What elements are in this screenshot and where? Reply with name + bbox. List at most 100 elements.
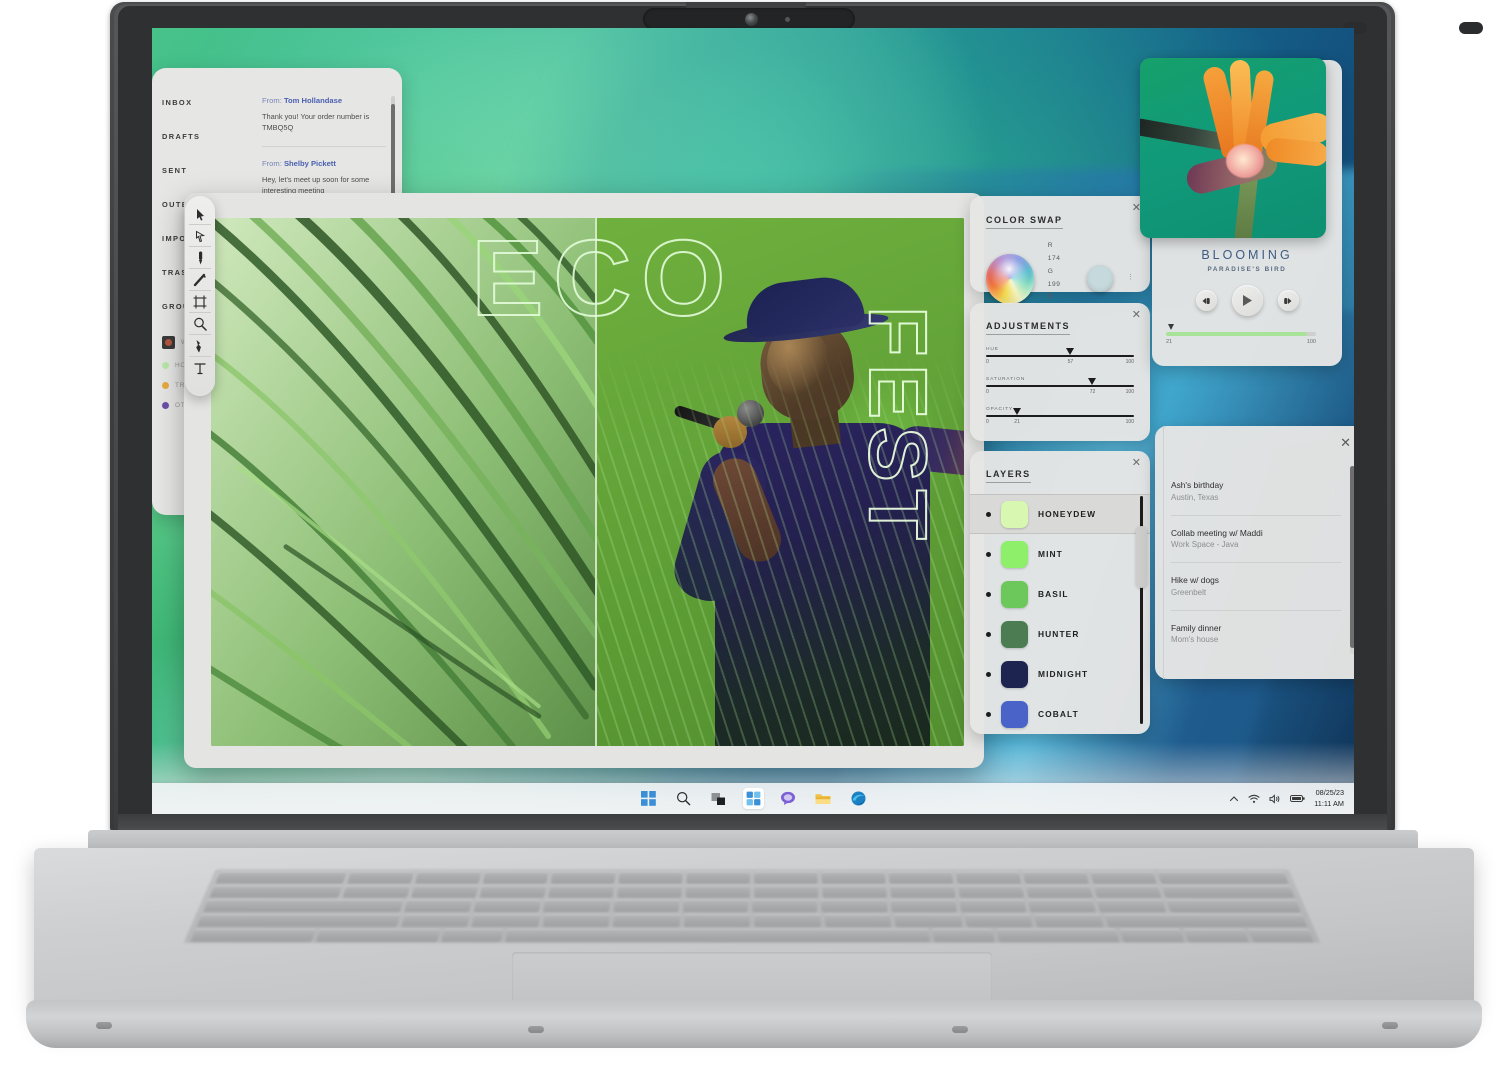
- layer-item-hunter[interactable]: HUNTER: [970, 614, 1150, 654]
- slider-saturation[interactable]: SATURATION 0 72 100: [986, 377, 1134, 395]
- layer-name: BASIL: [1038, 589, 1069, 599]
- laptop-keyboard[interactable]: [183, 869, 1321, 943]
- from-label: From:: [262, 159, 282, 169]
- ir-sensor-right: [1459, 22, 1483, 34]
- sidebar-item-inbox[interactable]: INBOX: [162, 98, 252, 107]
- layer-visibility-icon[interactable]: [986, 591, 991, 597]
- slider-track[interactable]: [986, 408, 1134, 417]
- search-icon[interactable]: [673, 788, 694, 809]
- editor-toolbar[interactable]: [185, 196, 215, 396]
- mail-from-line: From: Shelby Pickett: [262, 159, 386, 168]
- keyboard-row: [191, 914, 1313, 927]
- volume-knob[interactable]: [1167, 324, 1174, 330]
- adjustments-title: ADJUSTMENTS: [986, 321, 1071, 335]
- edge-browser-icon[interactable]: [848, 788, 869, 809]
- chevron-up-icon[interactable]: [1229, 795, 1239, 803]
- calendar-widget[interactable]: ✕ Ash's birthday Austin, Texas Collab me…: [1155, 426, 1354, 679]
- list-item[interactable]: Hike w/ dogs Greenbelt: [1171, 562, 1341, 610]
- play-button[interactable]: [1231, 285, 1263, 316]
- layer-color-swatch: [1001, 660, 1028, 688]
- slider-hue[interactable]: HUE 0 57 100: [986, 347, 1134, 365]
- taskbar-icon-group[interactable]: [638, 788, 869, 809]
- previous-track-button[interactable]: [1195, 290, 1217, 311]
- volume-slider[interactable]: 21 100: [1166, 324, 1316, 345]
- sidebar-item-sent[interactable]: SENT: [162, 166, 252, 175]
- webcam-lens-icon: [745, 13, 758, 26]
- close-icon[interactable]: ✕: [1340, 436, 1351, 449]
- slider-track[interactable]: [986, 348, 1134, 357]
- layer-name: MIDNIGHT: [1038, 669, 1089, 679]
- layer-name: COBALT: [1038, 709, 1079, 719]
- keyboard-row: [197, 899, 1306, 912]
- keyboard-row: [203, 885, 1300, 897]
- slider-knob[interactable]: [1065, 348, 1074, 355]
- close-icon[interactable]: ✕: [1132, 458, 1141, 469]
- layer-item-basil[interactable]: BASIL: [970, 574, 1150, 614]
- color-swap-panel[interactable]: COLOR SWAP ✕ R174 G199 B200 ⋮: [970, 196, 1150, 313]
- layers-panel[interactable]: LAYERS ✕ HONEYDEW MINT BASIL HUNTER MIDN…: [970, 451, 1150, 734]
- list-item[interactable]: Collab meeting w/ Maddi Work Space - Jav…: [1171, 514, 1341, 563]
- pencil-tool[interactable]: [189, 248, 211, 269]
- layer-item-midnight[interactable]: MIDNIGHT: [970, 654, 1150, 694]
- layer-item-honeydew[interactable]: HONEYDEW: [970, 494, 1150, 534]
- slider-knob[interactable]: [1088, 378, 1097, 385]
- layer-color-swatch: [1001, 620, 1028, 648]
- taskbar-clock[interactable]: 08/25/23 11:11 AM: [1314, 788, 1344, 809]
- layer-visibility-icon[interactable]: [986, 671, 991, 677]
- volume-icon[interactable]: [1269, 793, 1281, 804]
- more-options-icon[interactable]: ⋮: [1127, 274, 1134, 281]
- event-location: Work Space - Java: [1171, 540, 1239, 550]
- slider-opacity[interactable]: OPACITY 0 21 100: [986, 407, 1134, 425]
- next-track-button[interactable]: [1277, 290, 1299, 311]
- layer-item-cobalt[interactable]: COBALT: [970, 694, 1150, 732]
- slider-track[interactable]: [986, 378, 1134, 387]
- from-name: Shelby Pickett: [283, 159, 336, 169]
- list-item[interactable]: Ash's birthday Austin, Texas: [1171, 468, 1341, 515]
- chat-icon[interactable]: [778, 788, 799, 809]
- wifi-icon[interactable]: [1248, 794, 1260, 804]
- volume-track[interactable]: [1166, 324, 1316, 336]
- start-button[interactable]: [638, 788, 659, 809]
- layers-scroll-thumb[interactable]: [1136, 526, 1147, 588]
- slider-min: 0: [986, 419, 989, 425]
- music-player-widget[interactable]: BLOOMING PARADISE'S BIRD 21 100: [1140, 58, 1342, 496]
- close-icon[interactable]: ✕: [1132, 310, 1141, 321]
- layer-name: MINT: [1038, 549, 1063, 559]
- text-tool[interactable]: [189, 358, 211, 379]
- system-tray[interactable]: 08/25/23 11:11 AM: [1229, 788, 1344, 809]
- lasso-tool[interactable]: [189, 226, 211, 247]
- layers-list[interactable]: HONEYDEW MINT BASIL HUNTER MIDNIGHT COBA…: [970, 494, 1150, 732]
- cursor-tool[interactable]: [189, 204, 211, 225]
- layer-visibility-icon[interactable]: [986, 551, 991, 557]
- crop-tool[interactable]: [189, 292, 211, 313]
- widgets-icon[interactable]: [742, 788, 764, 809]
- brush-tool[interactable]: [189, 336, 211, 357]
- laptop-screen: INBOX DRAFTS SENT OUTBOX IMPORTANT TRASH…: [152, 28, 1354, 814]
- line-tool[interactable]: [189, 270, 211, 291]
- channel-label-g: G: [1047, 267, 1054, 275]
- layer-visibility-icon[interactable]: [986, 511, 991, 517]
- event-title: Ash's birthday: [1171, 480, 1224, 490]
- image-editor-window[interactable]: ECO FEST: [184, 193, 984, 768]
- list-item[interactable]: Family dinner Mom's house: [1171, 609, 1341, 658]
- layer-name: HUNTER: [1038, 629, 1080, 639]
- layer-item-mint[interactable]: MINT: [970, 534, 1150, 574]
- windows-taskbar[interactable]: 08/25/23 11:11 AM: [152, 783, 1354, 814]
- file-explorer-icon[interactable]: [813, 788, 834, 809]
- layer-visibility-icon[interactable]: [986, 631, 991, 637]
- playback-controls[interactable]: [1152, 285, 1342, 316]
- current-color-swatch[interactable]: [1087, 265, 1113, 293]
- sidebar-item-drafts[interactable]: DRAFTS: [162, 132, 252, 141]
- zoom-tool[interactable]: [189, 314, 211, 335]
- calendar-scrollbar[interactable]: [1350, 466, 1354, 654]
- color-wheel[interactable]: [986, 253, 1034, 304]
- calendar-event-list[interactable]: Ash's birthday Austin, Texas Collab meet…: [1171, 468, 1341, 657]
- adjustments-panel[interactable]: ADJUSTMENTS ✕ HUE 0 57 100 SATURATION 0 …: [970, 303, 1150, 441]
- slider-knob[interactable]: [1012, 408, 1021, 415]
- battery-icon[interactable]: [1290, 794, 1305, 803]
- from-name: Tom Hollandase: [283, 96, 343, 105]
- layer-visibility-icon[interactable]: [986, 711, 991, 717]
- editor-canvas[interactable]: ECO FEST: [211, 218, 964, 746]
- list-item[interactable]: From: Tom Hollandase Thank you! Your ord…: [262, 96, 386, 148]
- task-view-icon[interactable]: [708, 788, 729, 809]
